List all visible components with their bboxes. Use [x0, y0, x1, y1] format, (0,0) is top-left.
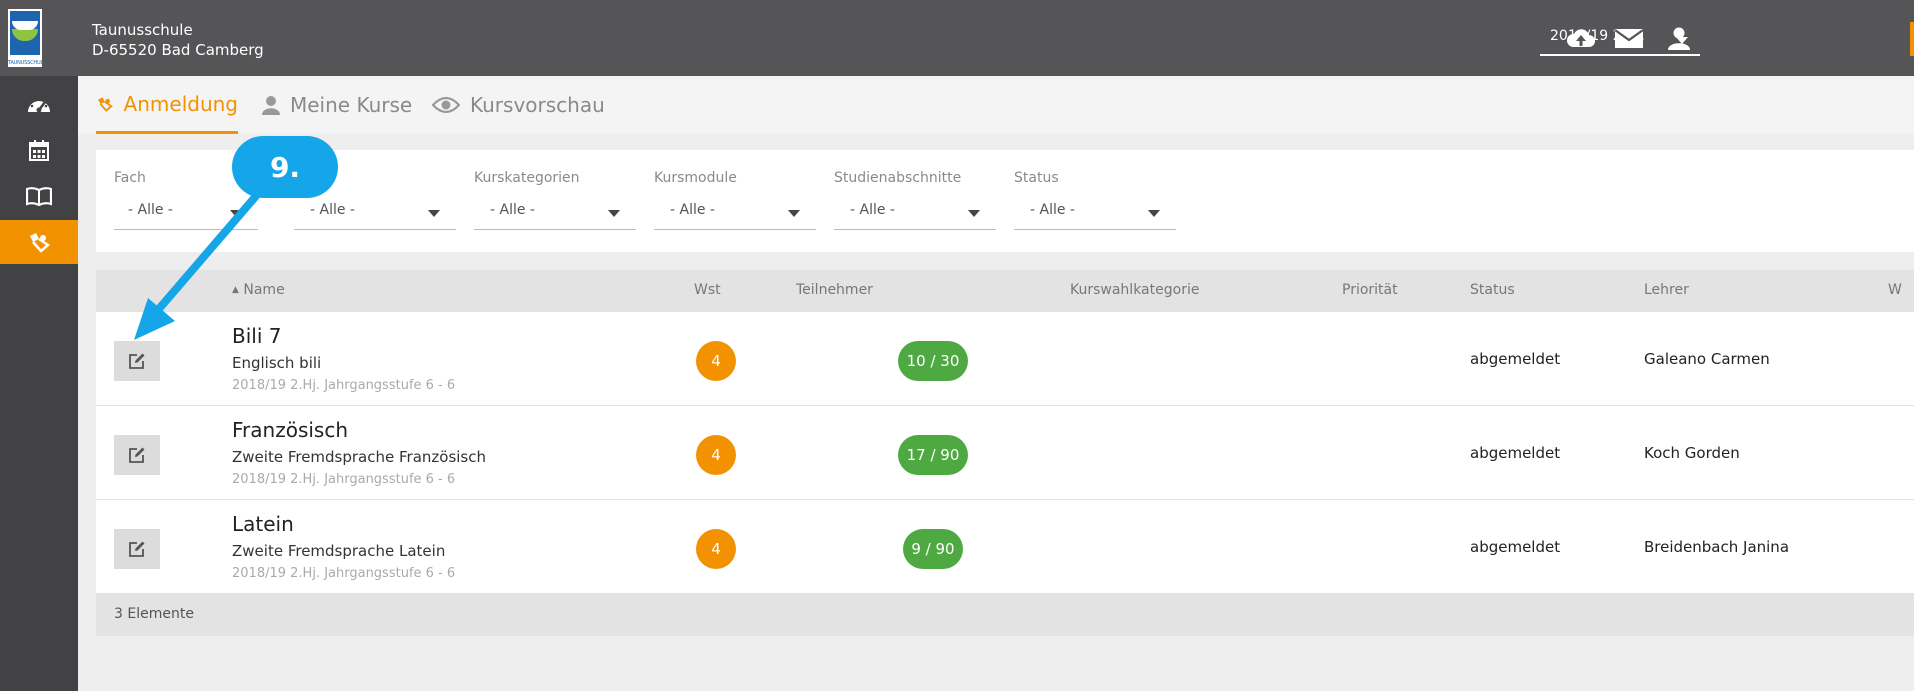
teacher-name: Koch Gorden: [1644, 444, 1740, 462]
wst-badge: 4: [696, 529, 736, 569]
filter-label: Kurskategorien: [474, 170, 580, 186]
filter-kursmodule: Kursmodule - Alle -: [654, 170, 816, 230]
edit-button[interactable]: [114, 529, 160, 569]
course-name: Latein: [232, 512, 294, 536]
chevron-down-icon: [230, 210, 242, 217]
sidebar-item-calendar[interactable]: [0, 128, 78, 172]
chevron-down-icon: [608, 210, 620, 217]
status-text: abgemeldet: [1470, 538, 1561, 556]
filter-kurskategorien: Kurskategorien - Alle -: [474, 170, 636, 230]
sidebar: [0, 76, 78, 691]
chevron-down-icon: [428, 210, 440, 217]
column-header-kurswahlkategorie[interactable]: Kurswahlkategorie: [1070, 282, 1199, 298]
tab-label: Meine Kurse: [290, 93, 413, 117]
column-header-cut[interactable]: W: [1888, 282, 1902, 298]
school-name: Taunusschule: [92, 21, 193, 39]
teacher-name: Galeano Carmen: [1644, 350, 1770, 368]
column-header-name[interactable]: ▲ Name: [232, 282, 285, 298]
filter-label: Kursmodule: [654, 170, 737, 186]
user-icon[interactable]: [1664, 25, 1694, 51]
course-term: 2018/19 2.Hj. Jahrgangsstufe 6 - 6: [232, 566, 456, 581]
course-table: ▲ Name Wst Teilnehmer Kurswahlkategorie …: [96, 270, 1914, 636]
dashboard-icon: [28, 96, 50, 113]
edit-button[interactable]: [114, 341, 160, 381]
filter-bar: Fach - Alle - - Alle - Kurskategorien - …: [96, 150, 1914, 252]
participants-badge: 10 / 30: [898, 341, 968, 381]
column-header-prioritaet[interactable]: Priorität: [1342, 282, 1398, 298]
filter-value: - Alle -: [850, 202, 895, 218]
top-bar: TAUNUSSCHULE Taunusschule D-65520 Bad Ca…: [0, 0, 1914, 76]
wst-badge: 4: [696, 435, 736, 475]
tab-bar: Anmeldung Meine Kurse Kursvorschau: [78, 76, 1914, 134]
user-icon: [262, 96, 280, 115]
tab-label: Anmeldung: [123, 91, 238, 116]
filter-select[interactable]: - Alle -: [294, 194, 456, 230]
sidebar-item-registration[interactable]: [0, 220, 78, 264]
sidebar-item-courses[interactable]: [0, 174, 78, 218]
filter-select[interactable]: - Alle -: [654, 194, 816, 230]
edit-icon: [129, 353, 145, 369]
book-icon: [26, 187, 52, 206]
filter-value: - Alle -: [490, 202, 535, 218]
sort-ascending-icon: ▲: [232, 285, 239, 295]
step-badge: 9.: [232, 136, 338, 198]
course-name: Französisch: [232, 418, 349, 442]
course-term: 2018/19 2.Hj. Jahrgangsstufe 6 - 6: [232, 378, 456, 393]
edit-icon: [129, 447, 145, 463]
tab-label: Kursvorschau: [470, 93, 605, 117]
column-header-status[interactable]: Status: [1470, 282, 1515, 298]
course-term: 2018/19 2.Hj. Jahrgangsstufe 6 - 6: [232, 472, 456, 487]
filter-label: Status: [1014, 170, 1059, 186]
participants-badge: 9 / 90: [903, 529, 963, 569]
chevron-down-icon: [788, 210, 800, 217]
tab-anmeldung[interactable]: Anmeldung: [96, 76, 238, 134]
filter-select[interactable]: - Alle -: [114, 194, 258, 230]
mail-icon[interactable]: [1614, 25, 1644, 51]
filter-select[interactable]: - Alle -: [1014, 194, 1176, 230]
chevron-down-icon: [968, 210, 980, 217]
table-header: ▲ Name Wst Teilnehmer Kurswahlkategorie …: [96, 270, 1914, 312]
column-header-teilnehmer[interactable]: Teilnehmer: [796, 282, 873, 298]
eye-icon: [432, 96, 460, 114]
course-subject: Zweite Fremdsprache Latein: [232, 542, 446, 560]
filter-select[interactable]: - Alle -: [474, 194, 636, 230]
filter-studienabschnitte: Studienabschnitte - Alle -: [834, 170, 996, 230]
status-text: abgemeldet: [1470, 444, 1561, 462]
sidebar-item-dashboard[interactable]: [0, 82, 78, 126]
tab-meine-kurse[interactable]: Meine Kurse: [262, 76, 412, 134]
wst-badge: 4: [696, 341, 736, 381]
table-row: Französisch Zweite Fremdsprache Französi…: [96, 406, 1914, 500]
school-info: Taunusschule D-65520 Bad Camberg: [92, 20, 264, 60]
status-text: abgemeldet: [1470, 350, 1561, 368]
calendar-icon: [29, 140, 49, 161]
tab-kursvorschau[interactable]: Kursvorschau: [432, 76, 605, 134]
logo-text: TAUNUSSCHULE: [8, 60, 46, 66]
edit-button[interactable]: [114, 435, 160, 475]
filter-select[interactable]: - Alle -: [834, 194, 996, 230]
chevron-down-icon: [1148, 210, 1160, 217]
cloud-upload-icon[interactable]: [1566, 25, 1596, 51]
course-subject: Englisch bili: [232, 354, 322, 372]
course-subject: Zweite Fremdsprache Französisch: [232, 448, 487, 466]
teacher-name: Breidenbach Janina: [1644, 538, 1790, 556]
filter-value: - Alle -: [1030, 202, 1075, 218]
table-row: Latein Zweite Fremdsprache Latein 2018/1…: [96, 500, 1914, 594]
registration-icon: [30, 233, 51, 253]
participants-badge: 17 / 90: [898, 435, 968, 475]
column-header-lehrer[interactable]: Lehrer: [1644, 282, 1689, 298]
table-footer: 3 Elemente: [96, 594, 1914, 636]
filter-value: - Alle -: [670, 202, 715, 218]
filter-label: Studienabschnitte: [834, 170, 962, 186]
school-address: D-65520 Bad Camberg: [92, 41, 264, 59]
column-header-wst[interactable]: Wst: [694, 282, 721, 298]
filter-value: - Alle -: [310, 202, 355, 218]
filter-value: - Alle -: [128, 202, 173, 218]
school-logo[interactable]: TAUNUSSCHULE: [8, 9, 46, 67]
course-name: Bili 7: [232, 324, 282, 348]
edit-icon: [129, 541, 145, 557]
registration-icon: [98, 96, 113, 112]
filter-status: Status - Alle -: [1014, 170, 1176, 230]
table-row: Bili 7 Englisch bili 2018/19 2.Hj. Jahrg…: [96, 312, 1914, 406]
account-button-edge[interactable]: [1910, 22, 1914, 56]
